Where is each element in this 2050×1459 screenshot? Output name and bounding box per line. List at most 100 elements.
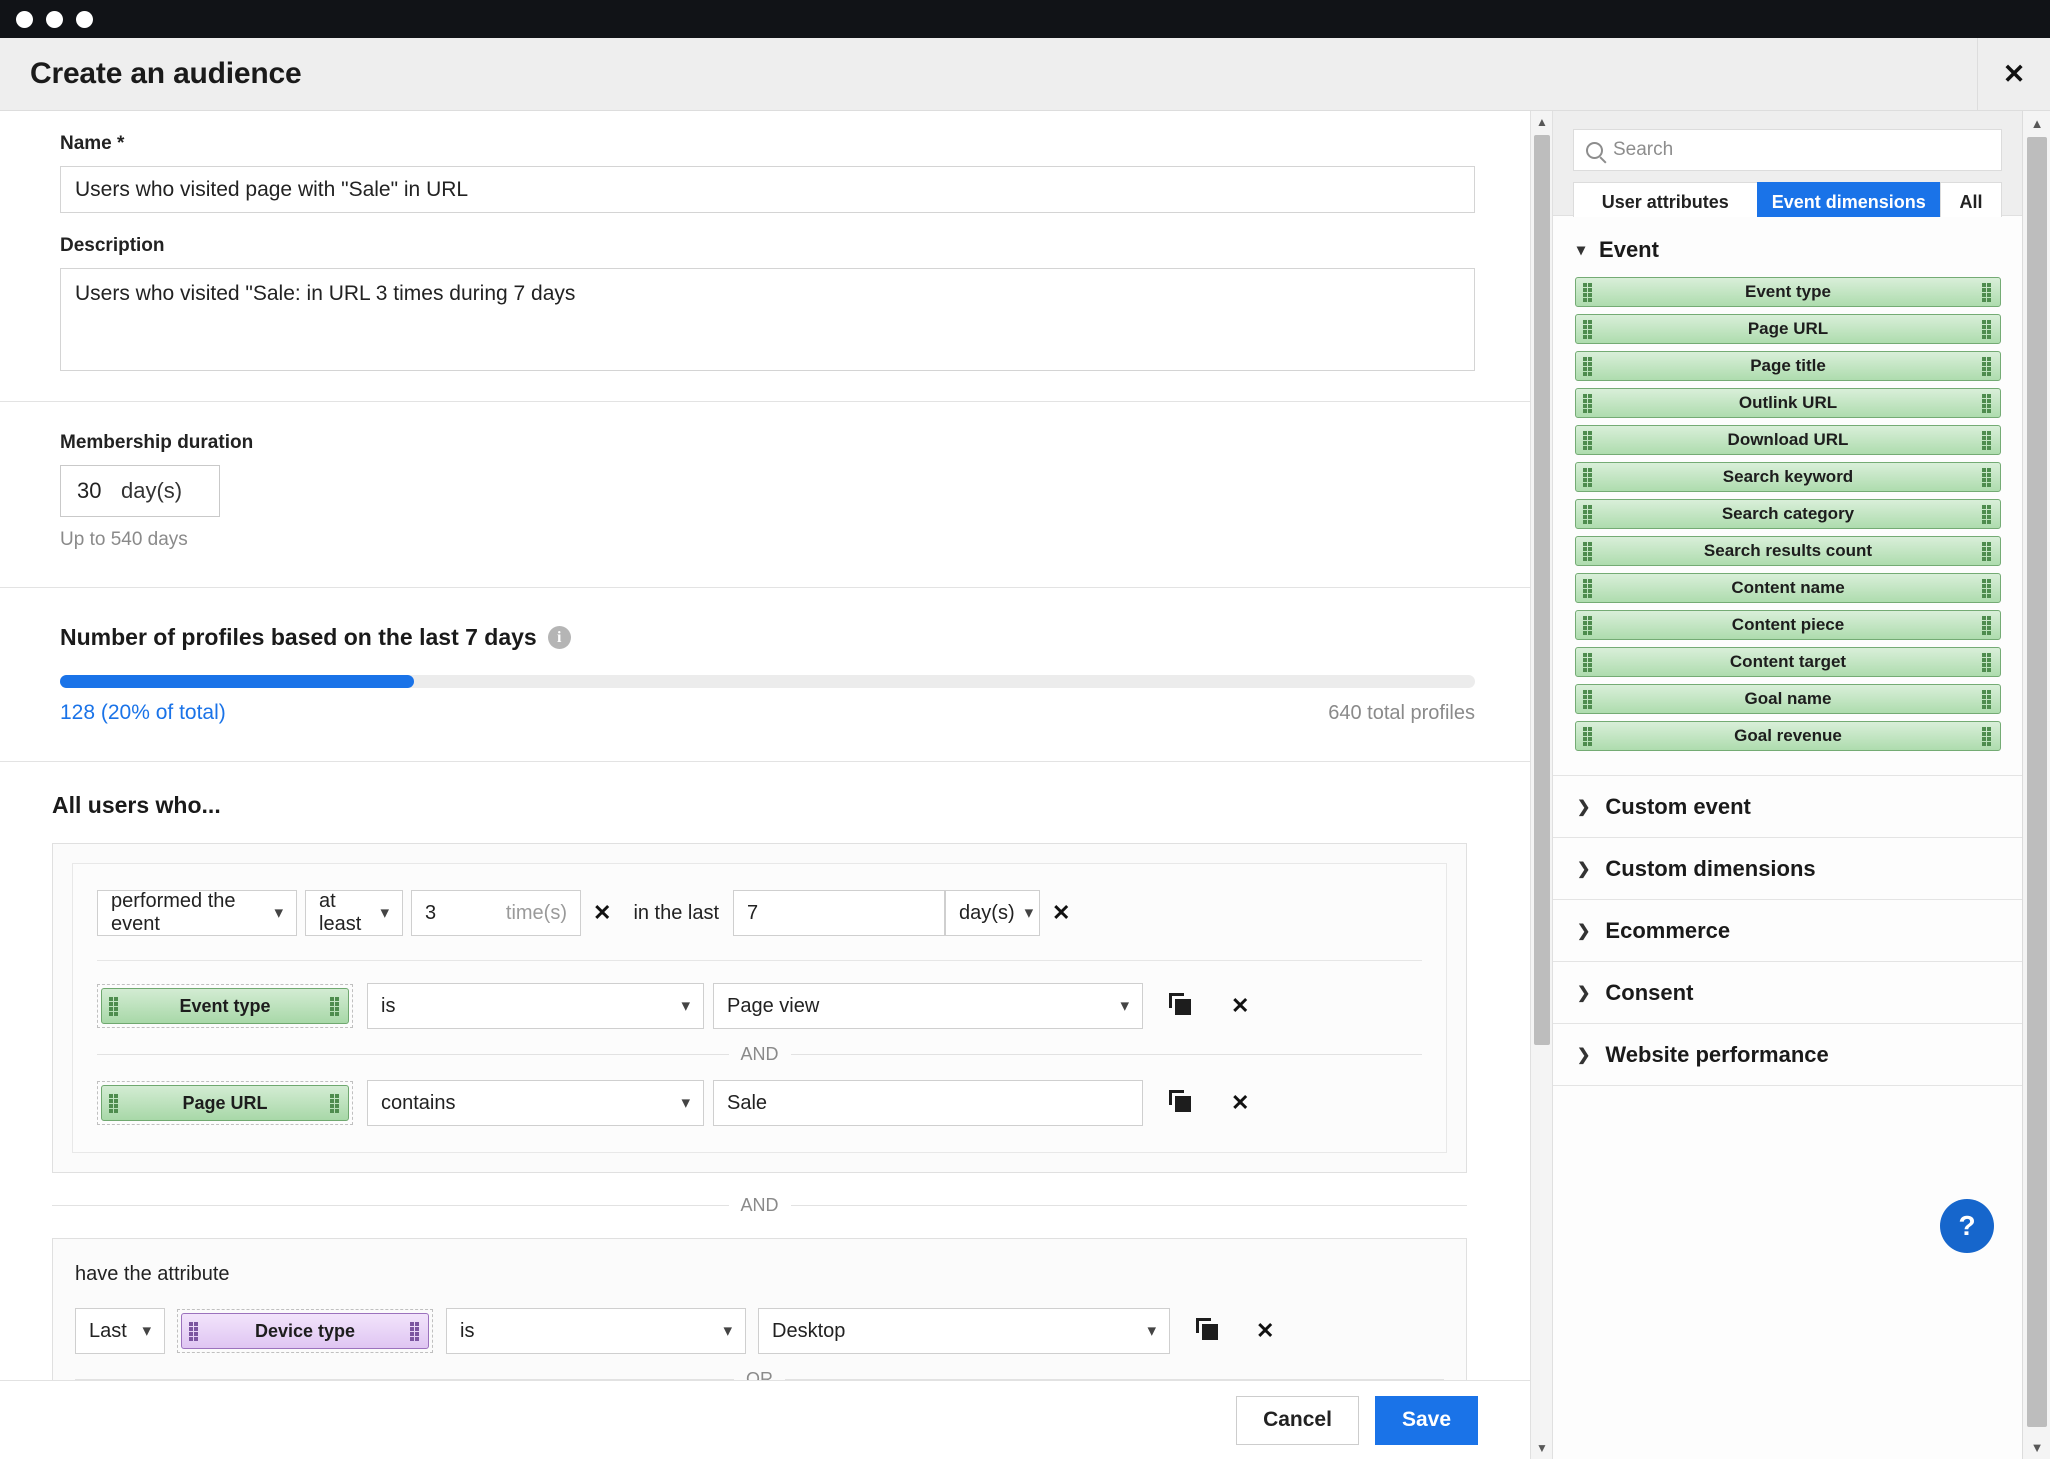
filter-operator-select[interactable]: is ▾ [367, 983, 704, 1029]
membership-duration-field[interactable]: 30 day(s) [60, 465, 220, 517]
drag-handle-icon[interactable] [330, 997, 341, 1015]
sidebar-dimension-chip[interactable]: Goal revenue [1575, 721, 2001, 751]
delete-filter-icon[interactable]: ✕ [1219, 1090, 1261, 1116]
sidebar-dimension-chip[interactable]: Page title [1575, 351, 2001, 381]
page-scrollbar[interactable]: ▲ ▼ [2022, 111, 2050, 1459]
drag-handle-icon[interactable] [1583, 653, 1594, 671]
scroll-up-icon[interactable]: ▲ [2023, 112, 2050, 134]
drag-handle-icon[interactable] [1583, 283, 1594, 301]
drag-handle-icon[interactable] [189, 1322, 200, 1340]
cancel-button[interactable]: Cancel [1236, 1396, 1359, 1445]
sidebar-dimension-chip[interactable]: Goal name [1575, 684, 2001, 714]
drag-handle-icon[interactable] [1583, 320, 1594, 338]
drag-handle-icon[interactable] [109, 1094, 120, 1112]
copy-icon[interactable] [1169, 1090, 1195, 1116]
filter-chip-slot[interactable]: Event type [97, 984, 353, 1028]
event-count-input[interactable]: 3 time(s) [411, 890, 581, 936]
drag-handle-icon[interactable] [1583, 357, 1594, 375]
event-action-select[interactable]: performed the event ▾ [97, 890, 297, 936]
drag-handle-icon[interactable] [1982, 283, 1993, 301]
sidebar-dimension-chip[interactable]: Outlink URL [1575, 388, 2001, 418]
scroll-down-icon[interactable]: ▼ [1531, 1438, 1553, 1458]
filter-dimension-chip[interactable]: Page URL [101, 1085, 349, 1121]
drag-handle-icon[interactable] [1583, 690, 1594, 708]
drag-handle-icon[interactable] [1583, 505, 1594, 523]
attribute-dimension-chip[interactable]: Device type [181, 1313, 429, 1349]
drag-handle-icon[interactable] [1583, 542, 1594, 560]
window-minimize-dot[interactable] [46, 11, 63, 28]
sidebar-dimension-chip[interactable]: Search results count [1575, 536, 2001, 566]
drag-handle-icon[interactable] [1982, 690, 1993, 708]
drag-handle-icon[interactable] [330, 1094, 341, 1112]
profiles-count-label[interactable]: 128 (20% of total) [60, 701, 226, 725]
copy-icon[interactable] [1196, 1318, 1222, 1344]
copy-icon[interactable] [1169, 993, 1195, 1019]
scroll-up-icon[interactable]: ▲ [1531, 112, 1553, 132]
drag-handle-icon[interactable] [1982, 357, 1993, 375]
remove-count-icon[interactable]: ✕ [581, 900, 623, 926]
sidebar-dimension-chip[interactable]: Content name [1575, 573, 2001, 603]
sidebar-dimension-chip[interactable]: Page URL [1575, 314, 2001, 344]
attribute-chip-slot[interactable]: Device type [177, 1309, 433, 1353]
sidebar-dimension-chip[interactable]: Event type [1575, 277, 2001, 307]
help-icon[interactable]: ? [1940, 1199, 1994, 1253]
drag-handle-icon[interactable] [1982, 394, 1993, 412]
filter-value-input[interactable]: Sale [713, 1080, 1143, 1126]
attribute-value-select[interactable]: Desktop ▾ [758, 1308, 1170, 1354]
form-scrollbar-thumb[interactable] [1534, 135, 1550, 1045]
drag-handle-icon[interactable] [1583, 727, 1594, 745]
sidebar-section-ecommerce[interactable]: ❯Ecommerce [1553, 900, 2023, 962]
drag-handle-icon[interactable] [1982, 542, 1993, 560]
sidebar-section-website-performance[interactable]: ❯Website performance [1553, 1024, 2023, 1086]
drag-handle-icon[interactable] [1982, 468, 1993, 486]
remove-period-icon[interactable]: ✕ [1040, 900, 1082, 926]
sidebar-dimension-chip[interactable]: Content target [1575, 647, 2001, 677]
drag-handle-icon[interactable] [1583, 468, 1594, 486]
sidebar-section-consent[interactable]: ❯Consent [1553, 962, 2023, 1024]
tab-user-attributes[interactable]: User attributes [1573, 182, 1757, 222]
info-icon[interactable]: i [548, 626, 571, 649]
sidebar-dimension-chip[interactable]: Download URL [1575, 425, 2001, 455]
drag-handle-icon[interactable] [1982, 653, 1993, 671]
drag-handle-icon[interactable] [1583, 616, 1594, 634]
scroll-down-icon[interactable]: ▼ [2023, 1436, 2050, 1458]
drag-handle-icon[interactable] [1982, 616, 1993, 634]
drag-handle-icon[interactable] [1982, 431, 1993, 449]
membership-duration-value[interactable]: 30 [61, 478, 121, 504]
tab-event-dimensions[interactable]: Event dimensions [1757, 182, 1941, 222]
event-period-input[interactable]: 7 [733, 890, 945, 936]
sidebar-section-custom-event[interactable]: ❯Custom event [1553, 776, 2023, 838]
sidebar-dimension-chip[interactable]: Content piece [1575, 610, 2001, 640]
sidebar-group-event[interactable]: ▾ Event [1553, 217, 2023, 277]
name-input[interactable]: Users who visited page with "Sale" in UR… [60, 166, 1475, 213]
sidebar-dimension-chip[interactable]: Search keyword [1575, 462, 2001, 492]
close-icon[interactable]: ✕ [1977, 38, 2050, 110]
window-close-dot[interactable] [16, 11, 33, 28]
drag-handle-icon[interactable] [1982, 579, 1993, 597]
filter-value-select[interactable]: Page view ▾ [713, 983, 1143, 1029]
delete-attribute-icon[interactable]: ✕ [1244, 1318, 1286, 1344]
page-scrollbar-thumb[interactable] [2027, 137, 2047, 1427]
drag-handle-icon[interactable] [109, 997, 120, 1015]
drag-handle-icon[interactable] [1583, 394, 1594, 412]
sidebar-section-custom-dimensions[interactable]: ❯Custom dimensions [1553, 838, 2023, 900]
drag-handle-icon[interactable] [1583, 431, 1594, 449]
filter-dimension-chip[interactable]: Event type [101, 988, 349, 1024]
event-period-unit-select[interactable]: day(s) ▾ [945, 890, 1040, 936]
save-button[interactable]: Save [1375, 1396, 1478, 1445]
drag-handle-icon[interactable] [1982, 320, 1993, 338]
attribute-operator-select[interactable]: is ▾ [446, 1308, 746, 1354]
drag-handle-icon[interactable] [1982, 505, 1993, 523]
search-input[interactable]: Search [1573, 129, 2002, 171]
window-maximize-dot[interactable] [76, 11, 93, 28]
filter-operator-select[interactable]: contains ▾ [367, 1080, 704, 1126]
drag-handle-icon[interactable] [410, 1322, 421, 1340]
form-scrollbar[interactable]: ▲ ▼ [1530, 111, 1552, 1459]
filter-chip-slot[interactable]: Page URL [97, 1081, 353, 1125]
attribute-scope-select[interactable]: Last ▾ [75, 1308, 165, 1354]
event-comparator-select[interactable]: at least ▾ [305, 890, 403, 936]
drag-handle-icon[interactable] [1583, 579, 1594, 597]
delete-filter-icon[interactable]: ✕ [1219, 993, 1261, 1019]
sidebar-dimension-chip[interactable]: Search category [1575, 499, 2001, 529]
tab-all[interactable]: All [1940, 182, 2002, 222]
